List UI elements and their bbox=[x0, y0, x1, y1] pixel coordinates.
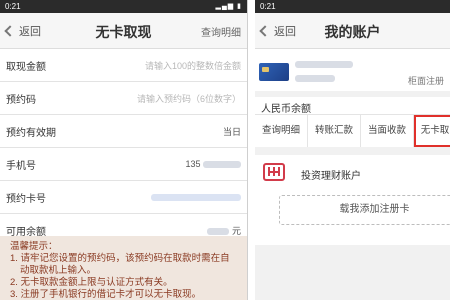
status-time: 0:21 bbox=[260, 2, 276, 11]
balance-unit: 元 bbox=[231, 225, 241, 236]
account-registration-status: 柜面注册 bbox=[407, 76, 444, 86]
account-number-redacted bbox=[295, 61, 353, 68]
card-number-value-area[interactable] bbox=[76, 192, 241, 202]
add-registered-card-button[interactable]: 载我添加注册卡 bbox=[279, 195, 450, 225]
validity-row: 预约有效期 当日 bbox=[0, 115, 247, 148]
status-time: 0:21 bbox=[5, 2, 21, 11]
bank-card-icon bbox=[259, 63, 289, 81]
reservation-code-field[interactable]: 预约码 请输入预约码（6位数字） bbox=[0, 82, 247, 115]
phone-row: 手机号 135 bbox=[0, 148, 247, 181]
investment-abacus-icon bbox=[263, 163, 285, 181]
signal-battery-icon: ▂▄▆ ▮ bbox=[215, 3, 242, 10]
tips-panel: 温馨提示： 1. 请牢记您设置的预约码，该预约码在取款时需在自 动取款机上输入。… bbox=[0, 236, 247, 300]
card-number-redacted bbox=[151, 194, 241, 202]
tips-line-4: 3. 注册了手机银行的借记卡才可以无卡取现。 bbox=[10, 289, 202, 300]
validity-label: 预约有效期 bbox=[6, 127, 56, 139]
investment-account-label: 投资理财账户 bbox=[301, 171, 361, 182]
tips-line-1: 1. 请牢记您设置的预约码，该预约码在取款时需在自 bbox=[10, 253, 230, 264]
tips-line-3: 2. 无卡取款金额上限与认证方式有关。 bbox=[10, 277, 173, 288]
reservation-code-input[interactable]: 请输入预约码（6位数字） bbox=[76, 92, 241, 105]
page-title: 我的账户 bbox=[324, 24, 381, 40]
nav-bar: 返回 我的账户 bbox=[255, 13, 450, 49]
phone-value-area: 135 bbox=[76, 159, 241, 169]
right-screen: 0:21 返回 我的账户 柜面注册 人民币余额 查询明细 转账汇款 当面收款 无… bbox=[255, 0, 450, 300]
query-detail-button[interactable]: 查询明细 bbox=[255, 115, 308, 147]
card-number-label: 预约卡号 bbox=[6, 193, 46, 205]
phone-value: 135 bbox=[185, 159, 201, 169]
account-card[interactable]: 柜面注册 bbox=[255, 49, 450, 91]
account-name-redacted bbox=[295, 75, 335, 82]
reservation-code-label: 预约码 bbox=[6, 94, 36, 106]
cardless-withdrawal-button[interactable]: 无卡取 bbox=[414, 115, 450, 147]
query-detail-link[interactable]: 查询明细 bbox=[201, 24, 241, 39]
nav-bar: 返回 无卡取现 查询明细 bbox=[0, 13, 247, 49]
status-bar: 0:21 ▂▄▆ ▮ bbox=[0, 0, 247, 13]
balance-redacted bbox=[207, 227, 230, 235]
card-number-row[interactable]: 预约卡号 bbox=[0, 181, 247, 214]
phone-label: 手机号 bbox=[6, 160, 36, 172]
investment-account-card[interactable]: 投资理财账户 载我添加注册卡 bbox=[255, 155, 450, 245]
amount-field[interactable]: 取现金额 请输入100的整数倍金额 bbox=[0, 49, 247, 82]
balance-label: 人民币余额 bbox=[261, 104, 311, 115]
quick-actions: 查询明细 转账汇款 当面收款 无卡取 bbox=[255, 114, 450, 147]
status-bar: 0:21 bbox=[255, 0, 450, 13]
phone-redacted bbox=[203, 161, 241, 169]
amount-input[interactable]: 请输入100的整数倍金额 bbox=[76, 59, 241, 72]
amount-label: 取现金额 bbox=[6, 61, 46, 73]
left-screen: 0:21 ▂▄▆ ▮ 返回 无卡取现 查询明细 取现金额 请输入100的整数倍金… bbox=[0, 0, 248, 300]
tips-title: 温馨提示： bbox=[10, 241, 58, 252]
transfer-button[interactable]: 转账汇款 bbox=[308, 115, 361, 147]
validity-value: 当日 bbox=[222, 126, 241, 137]
tips-line-2: 动取款机上输入。 bbox=[20, 265, 97, 276]
receive-payment-button[interactable]: 当面收款 bbox=[361, 115, 414, 147]
balance-section: 人民币余额 查询明细 转账汇款 当面收款 无卡取 bbox=[255, 97, 450, 147]
available-balance-value-area: 元 bbox=[76, 224, 241, 237]
